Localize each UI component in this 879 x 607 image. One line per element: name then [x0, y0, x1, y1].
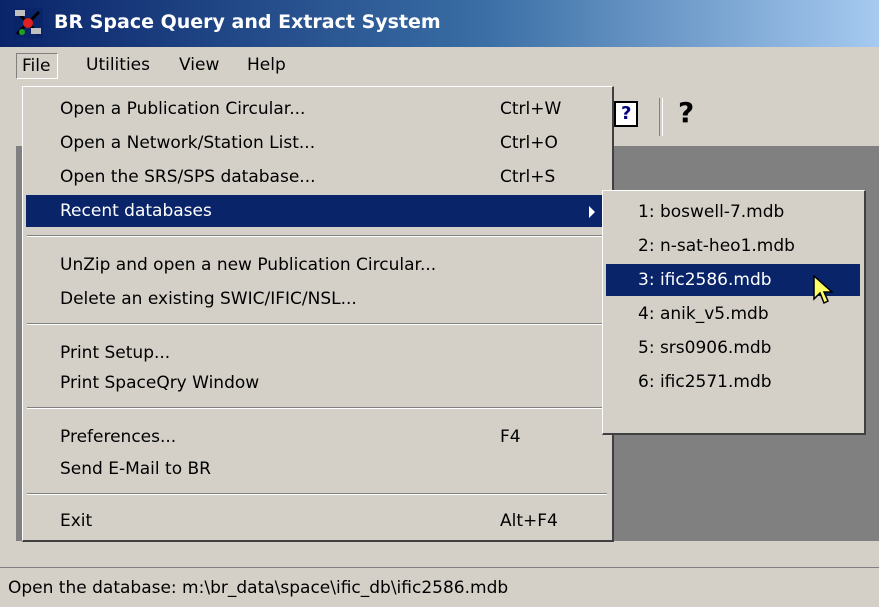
status-bar: Open the database: m:\br_data\space\ific… — [0, 567, 879, 607]
status-text: Open the database: m:\br_data\space\ific… — [8, 578, 509, 598]
about-help-icon[interactable]: ? — [678, 96, 694, 129]
menu-separator — [27, 323, 607, 325]
title-bar[interactable]: BR Space Query and Extract System — [0, 0, 879, 47]
menu-item-delete-swic-ific-nsl[interactable]: Delete an existing SWIC/IFIC/NSL... — [26, 283, 610, 315]
menu-view[interactable]: View — [179, 55, 219, 75]
help-topics-glyph: ? — [621, 103, 632, 124]
workspace-bottom-strip — [16, 540, 879, 565]
recent-item-6[interactable]: 6: ific2571.mdb — [606, 366, 860, 398]
menu-file[interactable]: File — [16, 53, 59, 79]
menu-help[interactable]: Help — [247, 55, 286, 75]
menu-item-preferences[interactable]: Preferences... F4 — [26, 421, 610, 453]
recent-item-1[interactable]: 1: boswell-7.mdb — [606, 196, 860, 228]
recent-item-2[interactable]: 2: n-sat-heo1.mdb — [606, 230, 860, 262]
menu-item-send-email[interactable]: Send E-Mail to BR — [26, 453, 610, 485]
menu-separator — [27, 407, 607, 409]
help-topics-icon[interactable]: ? — [614, 101, 638, 127]
menu-item-open-network-station-list[interactable]: Open a Network/Station List... Ctrl+O — [26, 127, 610, 159]
menu-separator — [27, 493, 607, 495]
menu-item-unzip-open-publication[interactable]: UnZip and open a new Publication Circula… — [26, 249, 610, 281]
menu-separator — [27, 235, 607, 237]
submenu-arrow-icon — [589, 206, 595, 218]
satellite-app-icon — [13, 8, 43, 38]
menu-item-print-setup[interactable]: Print Setup... — [26, 337, 610, 369]
window-title: BR Space Query and Extract System — [54, 11, 441, 33]
menu-item-print-spaceqry-window[interactable]: Print SpaceQry Window — [26, 367, 610, 399]
recent-databases-submenu: 1: boswell-7.mdb 2: n-sat-heo1.mdb 3: if… — [602, 190, 866, 435]
mouse-pointer-icon — [813, 275, 834, 305]
menu-item-open-publication-circular[interactable]: Open a Publication Circular... Ctrl+W — [26, 93, 610, 125]
menu-item-open-srs-sps-database[interactable]: Open the SRS/SPS database... Ctrl+S — [26, 161, 610, 193]
file-dropdown-menu: Open a Publication Circular... Ctrl+W Op… — [22, 86, 614, 542]
toolbar-separator — [659, 98, 663, 136]
menu-utilities[interactable]: Utilities — [86, 55, 150, 75]
recent-item-5[interactable]: 5: srs0906.mdb — [606, 332, 860, 364]
menu-bar: File Utilities View Help — [0, 47, 879, 84]
menu-item-exit[interactable]: Exit Alt+F4 — [26, 505, 610, 537]
menu-item-recent-databases[interactable]: Recent databases — [26, 195, 610, 227]
